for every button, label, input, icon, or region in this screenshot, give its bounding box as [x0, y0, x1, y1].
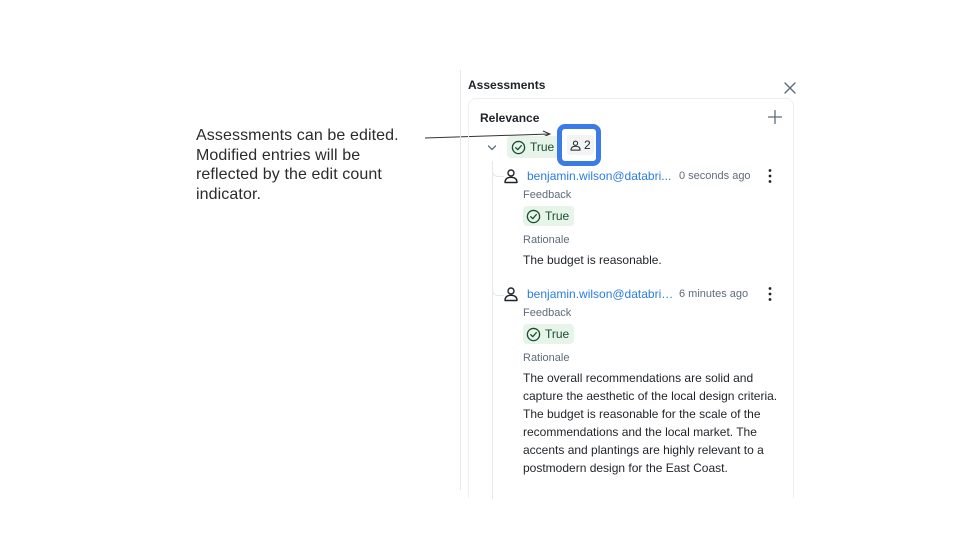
- thread-line: [492, 161, 493, 499]
- edit-count-highlight: 2: [557, 124, 601, 166]
- user-icon: [570, 140, 581, 151]
- user-icon: [504, 287, 518, 302]
- annotation-callout: Assessments can be edited. Modified entr…: [196, 127, 399, 203]
- edit-count-value: 2: [584, 138, 591, 152]
- user-icon: [504, 169, 518, 184]
- entry-header: benjamin.wilson@databri... 0 seconds ago: [503, 168, 793, 186]
- panel-title: Assessments: [468, 78, 546, 92]
- rationale-text: The overall recommendations are solid an…: [523, 371, 778, 475]
- timestamp: 6 minutes ago: [679, 288, 749, 300]
- feedback-value: True: [545, 209, 570, 223]
- assessment-entry: benjamin.wilson@databri... 0 seconds ago…: [503, 168, 793, 267]
- assessment-summary-badge[interactable]: True: [507, 136, 561, 158]
- kebab-icon[interactable]: [767, 168, 773, 184]
- feedback-value-badge: True: [523, 206, 575, 226]
- feedback-value: True: [545, 327, 570, 341]
- entry-header: benjamin.wilson@databric... 6 minutes ag…: [503, 286, 793, 304]
- assessment-entry: benjamin.wilson@databric... 6 minutes ag…: [503, 286, 793, 475]
- summary-value: True: [530, 140, 555, 154]
- author-link[interactable]: benjamin.wilson@databric...: [527, 287, 677, 301]
- edit-count-indicator[interactable]: 2: [567, 135, 594, 155]
- feedback-label: Feedback: [523, 189, 572, 201]
- feedback-label: Feedback: [523, 307, 572, 319]
- assessments-panel: Assessments Relevance True 2 benjamin.wi…: [460, 70, 800, 499]
- rationale-label: Rationale: [523, 352, 570, 364]
- assessment-card: Relevance True 2 benjamin.wilson@databri…: [468, 98, 794, 499]
- assessment-name: Relevance: [480, 111, 540, 125]
- close-icon[interactable]: [784, 82, 796, 94]
- author-link[interactable]: benjamin.wilson@databri...: [527, 169, 677, 183]
- check-circle-icon: [526, 209, 541, 223]
- chevron-down-icon[interactable]: [487, 144, 497, 152]
- panel-header: Assessments: [468, 76, 796, 100]
- kebab-icon[interactable]: [767, 286, 773, 302]
- check-circle-icon: [526, 327, 541, 341]
- rationale-text: The budget is reasonable.: [523, 253, 662, 267]
- feedback-value-badge: True: [523, 324, 575, 344]
- check-circle-icon: [511, 140, 526, 154]
- add-icon[interactable]: [768, 110, 782, 124]
- timestamp: 0 seconds ago: [679, 170, 751, 182]
- rationale-label: Rationale: [523, 234, 570, 246]
